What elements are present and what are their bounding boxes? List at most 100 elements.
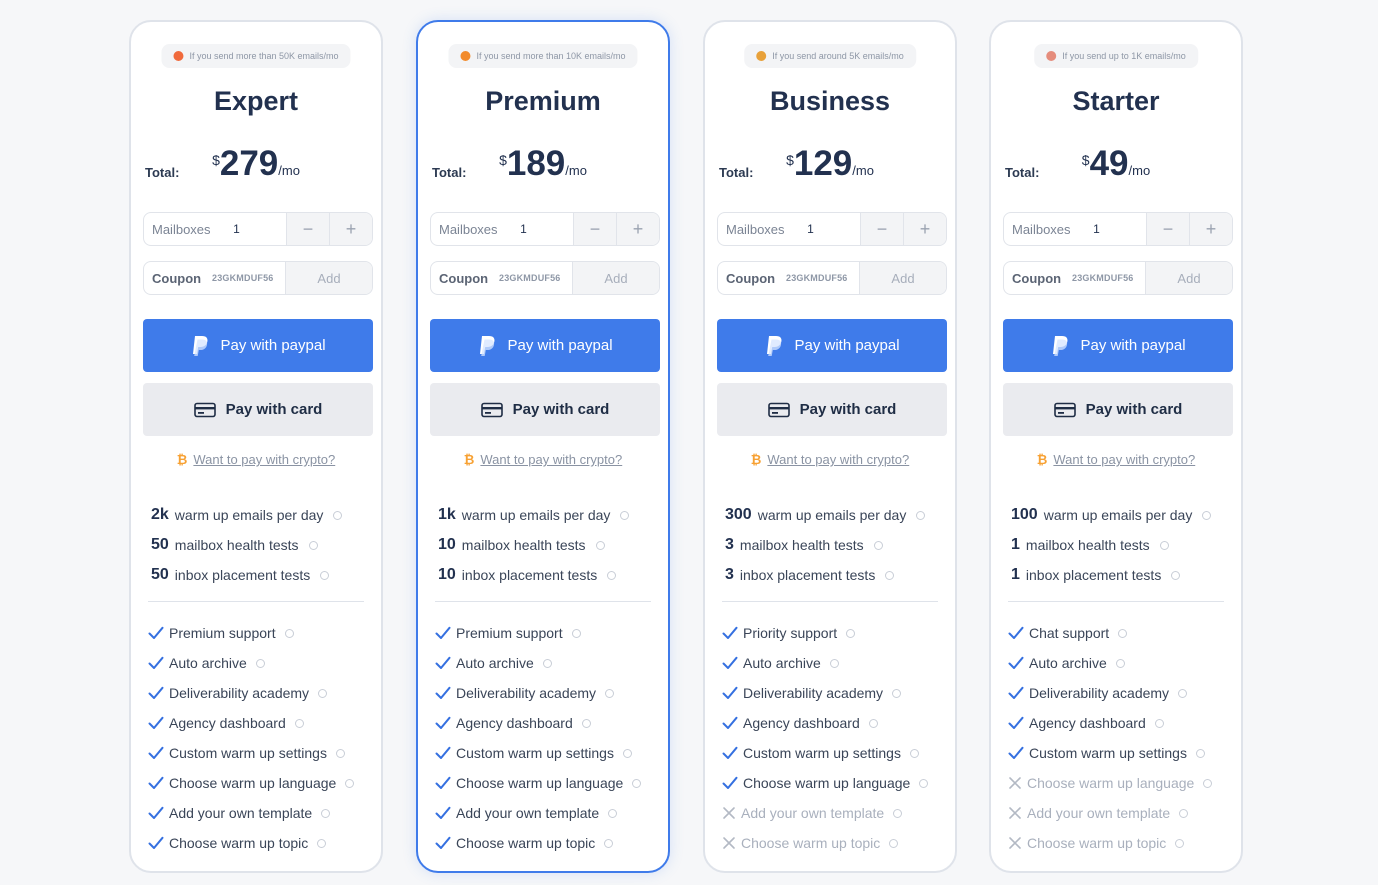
pay-with-paypal-button[interactable]: Pay with paypal bbox=[717, 319, 947, 372]
decrement-button[interactable]: − bbox=[860, 213, 903, 245]
info-icon[interactable] bbox=[294, 718, 304, 728]
crypto-link[interactable]: Want to pay with crypto? bbox=[767, 452, 909, 467]
feature-item: Add your own template bbox=[435, 798, 660, 828]
mailboxes-field: Mailboxes 1 − + bbox=[717, 212, 947, 246]
info-icon[interactable] bbox=[255, 658, 265, 668]
comet-icon bbox=[460, 51, 471, 61]
info-icon[interactable] bbox=[1159, 540, 1169, 550]
info-icon[interactable] bbox=[1203, 778, 1213, 788]
info-icon[interactable] bbox=[829, 658, 839, 668]
info-icon[interactable] bbox=[919, 778, 929, 788]
crypto-link[interactable]: Want to pay with crypto? bbox=[1053, 452, 1195, 467]
check-icon bbox=[722, 656, 738, 669]
info-icon[interactable] bbox=[345, 778, 355, 788]
crypto-link[interactable]: Want to pay with crypto? bbox=[193, 452, 335, 467]
info-icon[interactable] bbox=[1195, 748, 1205, 758]
info-icon[interactable] bbox=[1154, 718, 1164, 728]
pay-with-card-button[interactable]: Pay with card bbox=[430, 383, 660, 436]
mailboxes-quantity[interactable]: 1 bbox=[807, 222, 860, 236]
badge-text: If you send around 5K emails/mo bbox=[772, 51, 904, 61]
info-icon[interactable] bbox=[873, 540, 883, 550]
add-coupon-button[interactable]: Add bbox=[859, 262, 946, 294]
feature-label: Choose warm up language bbox=[456, 775, 624, 791]
add-coupon-button[interactable]: Add bbox=[285, 262, 372, 294]
info-icon[interactable] bbox=[542, 658, 552, 668]
info-icon[interactable] bbox=[1171, 570, 1181, 580]
check-icon bbox=[1008, 716, 1024, 729]
info-icon[interactable] bbox=[1179, 808, 1189, 818]
info-icon[interactable] bbox=[605, 688, 615, 698]
check-icon bbox=[435, 626, 451, 639]
info-icon[interactable] bbox=[868, 718, 878, 728]
feature-item: Agency dashboard bbox=[148, 708, 373, 738]
info-icon[interactable] bbox=[1178, 688, 1188, 698]
info-icon[interactable] bbox=[1118, 628, 1128, 638]
decrement-button[interactable]: − bbox=[1146, 213, 1189, 245]
info-icon[interactable] bbox=[1175, 838, 1185, 848]
pay-with-card-button[interactable]: Pay with card bbox=[717, 383, 947, 436]
quantity-stepper: − + bbox=[860, 213, 946, 245]
info-icon[interactable] bbox=[916, 510, 926, 520]
check-icon bbox=[722, 776, 738, 789]
info-icon[interactable] bbox=[1115, 658, 1125, 668]
info-icon[interactable] bbox=[595, 540, 605, 550]
coupon-input[interactable]: 23GKMDUF56 bbox=[786, 273, 848, 283]
mailboxes-quantity[interactable]: 1 bbox=[1093, 222, 1146, 236]
coupon-input[interactable]: 23GKMDUF56 bbox=[1072, 273, 1134, 283]
pay-with-paypal-button[interactable]: Pay with paypal bbox=[430, 319, 660, 372]
pricing-card-starter: If you send up to 1K emails/mo Starter T… bbox=[989, 20, 1243, 873]
info-icon[interactable] bbox=[892, 688, 902, 698]
info-icon[interactable] bbox=[909, 748, 919, 758]
add-coupon-button[interactable]: Add bbox=[572, 262, 659, 294]
feature-label: Auto archive bbox=[743, 655, 821, 671]
crypto-link[interactable]: Want to pay with crypto? bbox=[480, 452, 622, 467]
info-icon[interactable] bbox=[320, 570, 330, 580]
increment-button[interactable]: + bbox=[329, 213, 372, 245]
badge-text: If you send up to 1K emails/mo bbox=[1062, 51, 1186, 61]
info-icon[interactable] bbox=[318, 688, 328, 698]
info-icon[interactable] bbox=[317, 838, 327, 848]
decrement-button[interactable]: − bbox=[286, 213, 329, 245]
info-icon[interactable] bbox=[846, 628, 856, 638]
info-icon[interactable] bbox=[581, 718, 591, 728]
info-icon[interactable] bbox=[632, 778, 642, 788]
info-icon[interactable] bbox=[608, 808, 618, 818]
pay-with-card-button[interactable]: Pay with card bbox=[143, 383, 373, 436]
increment-button[interactable]: + bbox=[903, 213, 946, 245]
quantity-stepper: − + bbox=[573, 213, 659, 245]
price: $129/mo bbox=[705, 144, 955, 184]
pay-with-paypal-button[interactable]: Pay with paypal bbox=[143, 319, 373, 372]
info-icon[interactable] bbox=[571, 628, 581, 638]
feature-item: Choose warm up language bbox=[148, 768, 373, 798]
pay-with-paypal-button[interactable]: Pay with paypal bbox=[1003, 319, 1233, 372]
quantity-stepper: − + bbox=[1146, 213, 1232, 245]
feature-label: Choose warm up topic bbox=[456, 835, 596, 851]
feature-label: Agency dashboard bbox=[456, 715, 573, 731]
feature-item: Choose warm up language bbox=[722, 768, 947, 798]
quantity-stepper: − + bbox=[286, 213, 372, 245]
info-icon[interactable] bbox=[308, 540, 318, 550]
increment-button[interactable]: + bbox=[1189, 213, 1232, 245]
info-icon[interactable] bbox=[333, 510, 343, 520]
info-icon[interactable] bbox=[607, 570, 617, 580]
mailboxes-quantity[interactable]: 1 bbox=[233, 222, 286, 236]
increment-button[interactable]: + bbox=[616, 213, 659, 245]
info-icon[interactable] bbox=[889, 838, 899, 848]
decrement-button[interactable]: − bbox=[573, 213, 616, 245]
info-icon[interactable] bbox=[622, 748, 632, 758]
info-icon[interactable] bbox=[604, 838, 614, 848]
coupon-input[interactable]: 23GKMDUF56 bbox=[212, 273, 274, 283]
mailboxes-quantity[interactable]: 1 bbox=[520, 222, 573, 236]
add-coupon-button[interactable]: Add bbox=[1145, 262, 1232, 294]
info-icon[interactable] bbox=[1202, 510, 1212, 520]
pay-with-card-button[interactable]: Pay with card bbox=[1003, 383, 1233, 436]
info-icon[interactable] bbox=[335, 748, 345, 758]
info-icon[interactable] bbox=[321, 808, 331, 818]
info-icon[interactable] bbox=[893, 808, 903, 818]
coupon-input[interactable]: 23GKMDUF56 bbox=[499, 273, 561, 283]
price-amount: 129 bbox=[793, 144, 853, 183]
info-icon[interactable] bbox=[620, 510, 630, 520]
info-icon[interactable] bbox=[885, 570, 895, 580]
check-icon bbox=[1008, 746, 1024, 759]
info-icon[interactable] bbox=[284, 628, 294, 638]
